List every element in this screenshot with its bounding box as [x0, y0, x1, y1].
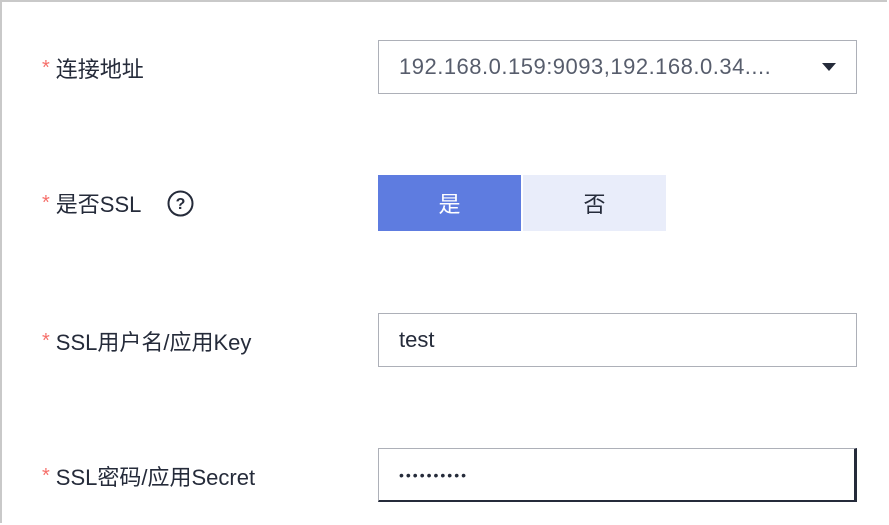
address-label: * 连接地址 [42, 52, 144, 84]
ssl-user-row: * SSL用户名/应用Key test [2, 313, 889, 369]
ssl-label: * 是否SSL ? [42, 187, 194, 219]
required-mark: * [42, 57, 50, 79]
ssl-user-label-text: SSL用户名/应用Key [55, 330, 252, 355]
required-mark: * [42, 192, 50, 214]
ssl-user-input[interactable]: test [378, 313, 857, 367]
ssl-user-input-value: test [399, 327, 435, 352]
ssl-secret-label: * SSL密码/应用Secret [42, 460, 255, 492]
ssl-user-label: * SSL用户名/应用Key [42, 325, 251, 357]
required-mark: * [42, 330, 50, 352]
ssl-secret-input[interactable]: •••••••••• [378, 448, 857, 502]
form-container: * 连接地址 192.168.0.159:9093,192.168.0.34..… [0, 0, 887, 523]
required-mark: * [42, 465, 50, 487]
ssl-secret-input-value: •••••••••• [399, 466, 469, 483]
ssl-label-text: 是否SSL [55, 192, 142, 217]
ssl-secret-label-text: SSL密码/应用Secret [55, 465, 256, 490]
svg-text:?: ? [176, 196, 186, 213]
address-select-value: 192.168.0.159:9093,192.168.0.34.... [399, 54, 772, 79]
ssl-option-yes[interactable]: 是 [378, 175, 521, 231]
address-select[interactable]: 192.168.0.159:9093,192.168.0.34.... [378, 40, 857, 94]
address-row: * 连接地址 192.168.0.159:9093,192.168.0.34..… [2, 40, 889, 96]
question-circle-icon[interactable]: ? [167, 190, 194, 217]
ssl-row: * 是否SSL ? 是 否 [2, 175, 889, 231]
address-label-text: 连接地址 [55, 57, 144, 82]
ssl-option-no[interactable]: 否 [523, 175, 666, 231]
chevron-down-icon[interactable] [822, 63, 836, 71]
ssl-secret-row: * SSL密码/应用Secret •••••••••• [2, 448, 889, 504]
ssl-toggle: 是 否 [378, 175, 666, 231]
